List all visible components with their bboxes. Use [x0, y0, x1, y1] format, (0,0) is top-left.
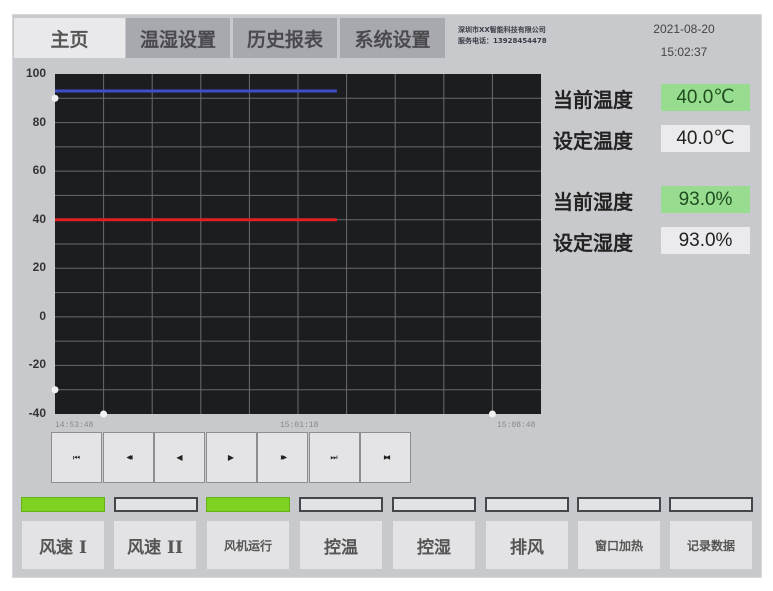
current-humidity-value: 93.0% [661, 186, 750, 213]
temp-control-button[interactable]: 控温 [300, 521, 382, 569]
fan-running-button[interactable]: 风机运行 [207, 521, 289, 569]
x-tick-label: 14:53:48 [55, 421, 93, 430]
hmi-panel [12, 14, 762, 578]
nav-last-button[interactable]: ⏭ [309, 432, 360, 483]
tab-system-settings[interactable]: 系统设置 [340, 18, 445, 58]
clock: 2021-08-20 15:02:37 [634, 18, 734, 64]
skip-last-icon: ⏭ [330, 453, 337, 463]
nav-back-button[interactable]: ◀ [154, 432, 205, 483]
service-phone: 服务电话：13928454478 [458, 36, 547, 47]
fan-speed-2-button[interactable]: 风速 II [114, 521, 196, 569]
current-temp-value: 40.0℃ [661, 84, 750, 111]
y-tick-label: 60 [16, 163, 46, 177]
time-display: 15:02:37 [634, 41, 734, 64]
nav-realtime-button[interactable]: ▶◀ [360, 432, 411, 483]
y-tick-label: 80 [16, 115, 46, 129]
tab-history-report[interactable]: 历史报表 [233, 18, 337, 58]
x-tick-label: 15:08:48 [497, 421, 535, 430]
set-humidity-label: 设定湿度 [553, 227, 633, 256]
indicator-fan-running [206, 497, 290, 512]
set-humidity-value[interactable]: 93.0% [661, 227, 750, 254]
y-tick-label: 20 [16, 260, 46, 274]
indicator-temp-control [299, 497, 383, 512]
y-tick-label: -20 [16, 357, 46, 371]
current-humidity-label: 当前湿度 [553, 186, 633, 215]
set-temp-value[interactable]: 40.0℃ [661, 125, 750, 152]
indicator-window-heating [577, 497, 661, 512]
y-tick-label: 100 [16, 66, 46, 80]
fan-speed-1-button[interactable]: 风速 I [22, 521, 104, 569]
humidity-control-button[interactable]: 控湿 [393, 521, 475, 569]
exhaust-button[interactable]: 排风 [486, 521, 568, 569]
nav-fast-forward-button[interactable]: ▶▶ [257, 432, 308, 483]
window-heating-button[interactable]: 窗口加热 [578, 521, 660, 569]
indicator-record-data [669, 497, 753, 512]
indicator-fan-speed-2 [114, 497, 198, 512]
tab-home[interactable]: 主页 [14, 18, 125, 58]
company-info: 深圳市XX智能科技有限公司 服务电话：13928454478 [458, 25, 547, 47]
fast-forward-icon: ▶▶ [281, 454, 284, 461]
forward-icon: ▶ [228, 453, 234, 462]
x-tick-label: 15:01:18 [280, 421, 318, 430]
nav-first-button[interactable]: ⏮ [51, 432, 102, 483]
skip-first-icon: ⏮ [73, 453, 80, 463]
nav-forward-button[interactable]: ▶ [206, 432, 257, 483]
company-name: 深圳市XX智能科技有限公司 [458, 25, 547, 36]
fast-back-icon: ◀◀ [126, 454, 129, 461]
indicator-exhaust [485, 497, 569, 512]
y-tick-label: 40 [16, 212, 46, 226]
tab-temp-humidity-settings[interactable]: 温湿设置 [126, 18, 230, 58]
realtime-icon: ▶◀ [384, 454, 387, 461]
set-temp-label: 设定温度 [553, 125, 633, 154]
y-tick-label: 0 [16, 309, 46, 323]
back-icon: ◀ [176, 453, 182, 462]
record-data-button[interactable]: 记录数据 [670, 521, 752, 569]
date-display: 2021-08-20 [634, 18, 734, 41]
y-tick-label: -40 [16, 406, 46, 420]
indicator-fan-speed-1 [21, 497, 105, 512]
trend-navigation-bar: ⏮ ◀◀ ◀ ▶ ▶▶ ⏭ ▶◀ [51, 432, 412, 483]
current-temp-label: 当前温度 [553, 84, 633, 113]
nav-fast-back-button[interactable]: ◀◀ [103, 432, 154, 483]
indicator-humidity-control [392, 497, 476, 512]
